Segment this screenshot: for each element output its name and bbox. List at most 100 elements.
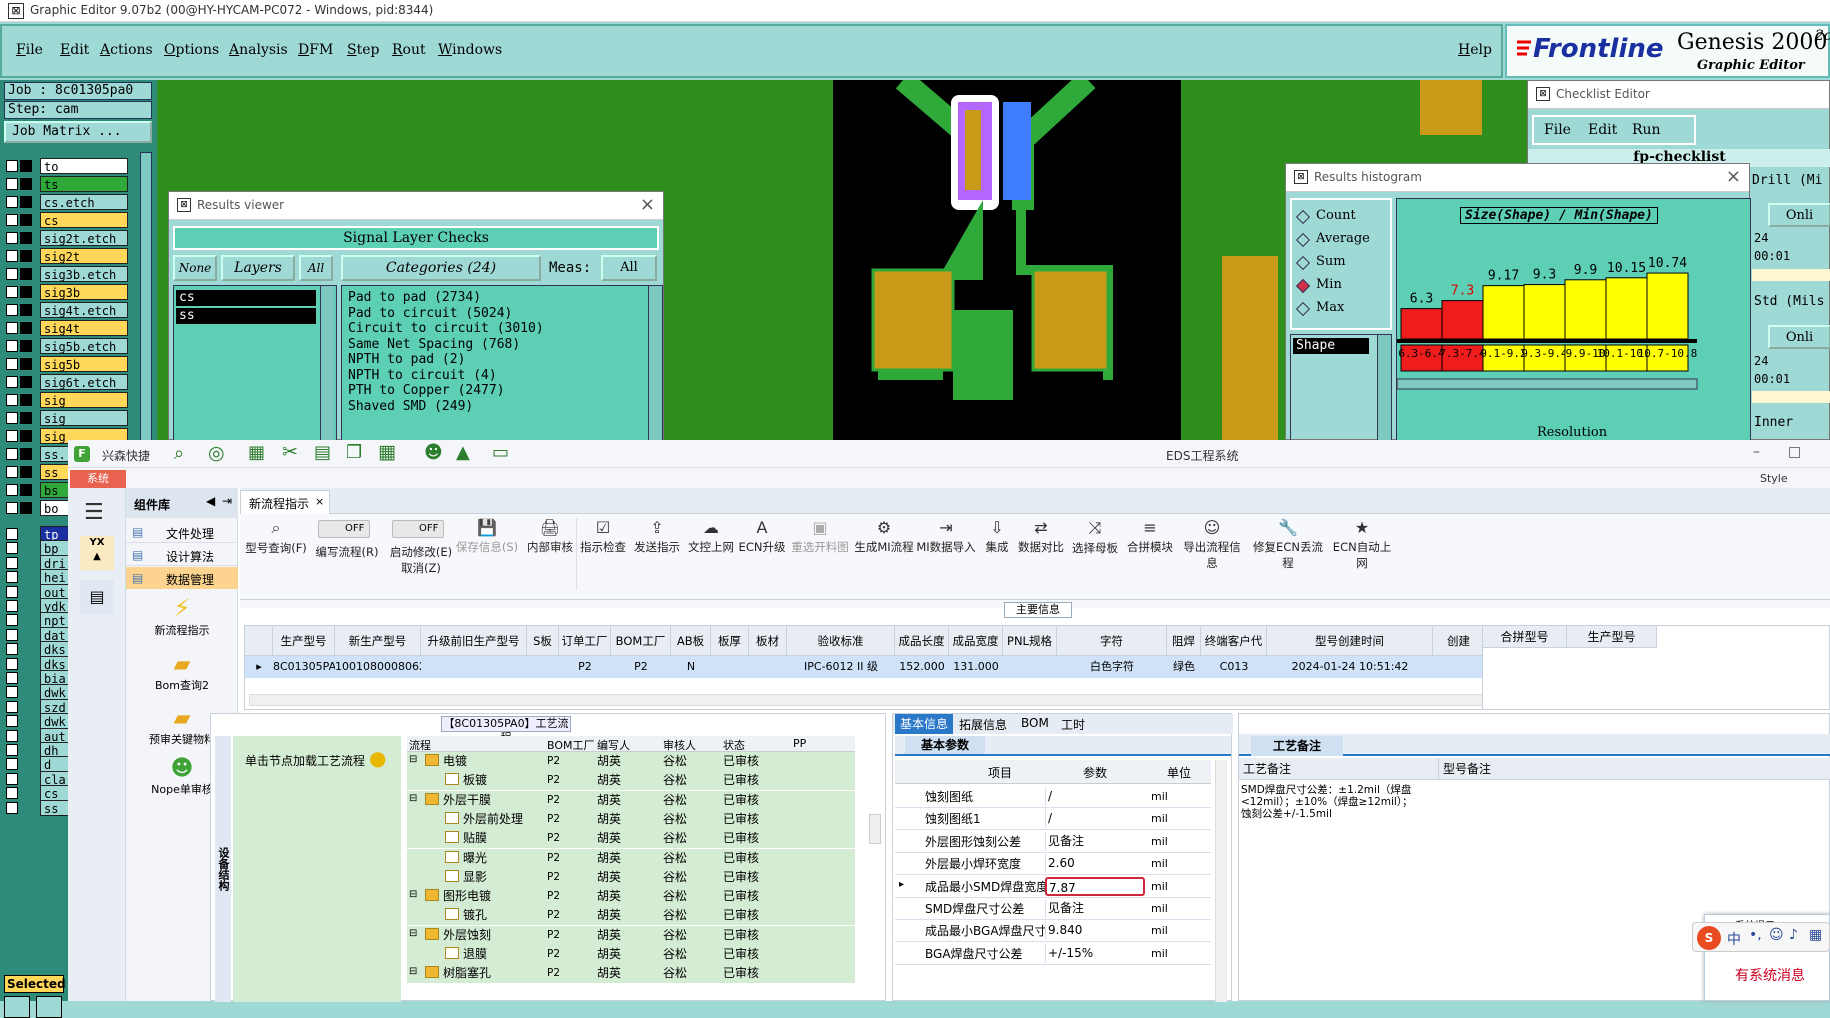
layer-checkbox[interactable] [6,528,18,540]
table-icon[interactable]: ▦ [248,442,265,463]
layer-row[interactable]: sig [6,392,128,408]
layer-checkbox[interactable] [6,340,18,352]
online-button-2[interactable]: Onli [1768,325,1830,349]
layer-checkbox[interactable] [6,232,18,244]
param-row[interactable]: BGA焊盘尺寸公差 +/-15% mil [895,943,1211,965]
pin-icon[interactable]: ⇥ [222,494,232,508]
monitor-icon[interactable]: ▭ [492,442,509,463]
layer-row[interactable]: sig2t [6,248,128,264]
layer-list-scrollbar[interactable] [320,286,334,442]
online-button-1[interactable]: Onli [1768,203,1830,227]
grid-header[interactable]: AB板 [671,626,711,656]
all-button[interactable]: All [299,255,333,281]
tab-new-flow[interactable]: 新流程指示 × [240,490,330,514]
grid-header[interactable]: BOM工厂 [611,626,671,656]
param-col-header[interactable]: 单位 [1147,764,1211,781]
layer-checkbox[interactable] [6,502,18,514]
job-matrix-button[interactable]: Job Matrix ... [4,121,152,143]
flow-row[interactable]: 板镀 P2 胡英 谷松 已审核 [407,771,855,791]
toolbar-button[interactable]: ☑ 指示检查 [578,518,628,592]
tab-basic-info[interactable]: 基本信息 [895,714,953,734]
grid-cell[interactable] [1003,656,1057,678]
layer-checkbox[interactable] [6,715,18,728]
layer-checkbox[interactable] [6,614,18,627]
param-row[interactable]: 外层图形蚀刻公差 见备注 mil [895,831,1211,853]
layer-checkbox[interactable] [6,700,18,713]
grid-header[interactable]: 阻焊 [1167,626,1201,656]
param-col-header[interactable]: 参数 [1045,764,1145,781]
toolbar-button[interactable]: ⚙ 生成MI流程 [854,518,914,592]
grid-cell[interactable] [421,656,527,678]
param-value[interactable]: 9.840 [1045,921,1145,941]
maximize-icon[interactable]: □ [1788,444,1801,460]
histogram-option-average[interactable]: Average [1295,231,1388,251]
layer-checkbox[interactable] [6,657,18,670]
category-item[interactable]: NPTH to pad (2) [348,352,662,368]
toolbar-button[interactable]: ≡ 合拼模块 [1126,518,1174,592]
toolbar-button[interactable]: 🔧 修复ECN丢流程 [1250,518,1326,592]
param-value[interactable]: 7.87 [1045,876,1145,896]
punct-icon[interactable]: •, [1749,927,1762,943]
grid-cell[interactable]: N [671,656,711,678]
layer-checkbox[interactable] [6,744,18,756]
flow-row[interactable]: ⊟ 图形电镀 P2 胡英 谷松 已审核 [407,887,855,907]
grid-cell[interactable]: 绿色 [1167,656,1201,678]
flow-row[interactable]: 曝光 P2 胡英 谷松 已审核 [407,848,855,868]
layer-checkbox[interactable] [6,585,18,598]
toolbar-button[interactable]: ⇥ MI数据导入 [916,518,976,592]
flow-scrollbar[interactable] [869,814,881,844]
grid-header[interactable]: 创建 [1433,626,1485,656]
grid-cell[interactable] [749,656,787,678]
category-item[interactable]: Pad to circuit (5024) [348,306,662,322]
histogram-bar[interactable] [1441,300,1484,340]
layer-checkbox[interactable] [6,556,18,569]
layer-checkbox[interactable] [6,250,18,262]
flow-row[interactable]: 退膜 P2 胡英 谷松 已审核 [407,945,855,964]
layer-checkbox[interactable] [6,412,18,424]
sogou-icon[interactable]: S [1697,926,1721,950]
toolbar-button[interactable]: 🖨 内部审核 [524,518,576,592]
checklist-menu-run[interactable]: Run [1632,122,1661,138]
measure-tool-icon[interactable] [36,996,62,1018]
emoji-icon[interactable]: ☺ [1769,927,1784,943]
grid-header[interactable]: 升级前旧生产型号 [421,626,527,656]
tab-process-notes[interactable]: 工艺备注 [1251,736,1343,756]
toolbar-button[interactable]: ⌕ 型号查询(F) [244,518,308,592]
histogram-option-min[interactable]: Min [1295,277,1388,297]
flow-col-header[interactable]: 流程 [409,737,431,753]
category-item[interactable]: Shaved SMD (249) [348,399,662,415]
nav-design-algorithm[interactable]: ▤ 设计算法 [126,544,238,566]
flow-row[interactable]: ⊟ 电镀 P2 胡英 谷松 已审核 [407,752,855,771]
histogram-bar[interactable] [1400,308,1443,340]
layer-checkbox[interactable] [6,322,18,334]
chart-icon[interactable]: ▲ [456,442,470,463]
menu-dfm[interactable]: DFM [298,42,333,58]
tab-basic-params[interactable]: 基本参数 [905,736,985,754]
style-menu[interactable]: Style [1760,472,1788,485]
layer-checkbox[interactable] [6,643,18,656]
grid-cell[interactable]: P2 [611,656,671,678]
checklist-menu-file[interactable]: File [1544,122,1571,138]
copy-icon[interactable]: ❐ [346,442,362,463]
layer-checkbox[interactable] [6,304,18,316]
layer-row[interactable]: sig4t.etch [6,302,128,318]
layer-row[interactable]: sig [6,410,128,426]
nav-file-processing[interactable]: ▤ 文件处理 [126,521,238,543]
flow-row[interactable]: ⊟ 外层蚀刻 P2 胡英 谷松 已审核 [407,925,855,945]
toolbar-button[interactable]: A ECN升级 [738,518,786,592]
grid-cell[interactable]: C013 [1201,656,1267,678]
canvas-board-view[interactable] [833,71,1181,440]
grid-cell[interactable] [711,656,749,678]
histogram-bar[interactable] [1564,279,1607,340]
histogram-bar[interactable] [1646,272,1689,340]
expand-icon[interactable]: ⊟ [409,889,417,900]
close-icon[interactable]: × [640,194,655,215]
layer-checkbox[interactable] [6,178,18,190]
yx-tool-icon[interactable]: YX ▲ [80,536,114,570]
grid-header[interactable]: 订单工厂 [559,626,611,656]
flow-col-header[interactable]: 编写人 [597,737,630,753]
layer-row[interactable]: sig5b.etch [6,338,128,354]
flow-col-header[interactable]: PP [793,737,806,750]
category-item[interactable]: Same Net Spacing (768) [348,337,662,353]
menu-options[interactable]: Options [164,42,219,58]
